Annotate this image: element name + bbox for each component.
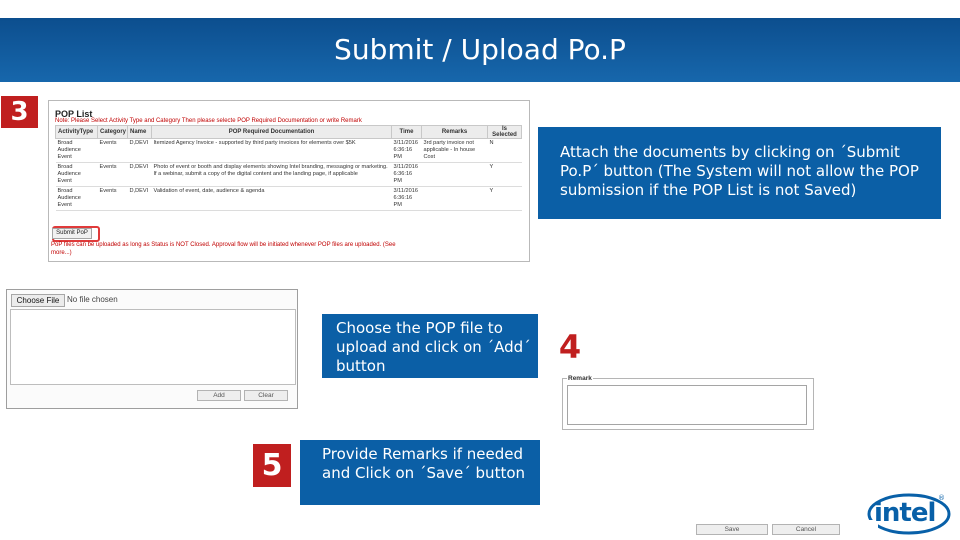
column-header[interactable]: ActivityType	[55, 125, 98, 139]
cell-category: Events	[97, 186, 128, 211]
pop-list-note: Note: Please Select Activity Type and Ca…	[55, 118, 362, 124]
cell-doc: Validation of event, date, audience & ag…	[151, 186, 392, 211]
cell-name: D,DEVI	[127, 162, 152, 187]
step-5-badge: 5	[252, 443, 292, 488]
intel-registered-mark: ®	[938, 494, 945, 502]
cell-selected[interactable]: N	[487, 138, 522, 163]
cell-selected[interactable]: Y	[487, 186, 522, 211]
cell-activity-type: Broad Audience Event	[55, 186, 98, 211]
cell-name: D,DEVI	[127, 138, 152, 163]
intel-logo-text: intel	[874, 498, 936, 528]
cell-category: Events	[97, 138, 128, 163]
pop-list-footer-note: PoP files can be uploaded as long as Sta…	[51, 242, 396, 256]
cell-activity-type: Broad Audience Event	[55, 138, 98, 163]
save-button[interactable]: Save	[696, 524, 768, 535]
cell-time: 3/11/2016 6:36:16 PM	[391, 186, 422, 211]
cancel-button[interactable]: Cancel	[772, 524, 840, 535]
column-header[interactable]: Is Selected	[487, 125, 522, 139]
pop-list-table: ActivityType Category Name POP Required …	[55, 125, 522, 211]
column-header[interactable]: Name	[127, 125, 152, 139]
cell-remarks[interactable]: 3rd party invoice not applicable - In ho…	[421, 138, 488, 163]
callout-choose-file: Choose the POP file to upload and click …	[322, 314, 538, 378]
cell-selected[interactable]: Y	[487, 162, 522, 187]
cell-activity-type: Broad Audience Event	[55, 162, 98, 187]
slide-title: Submit / Upload Po.P	[0, 18, 960, 82]
cell-name: D,DEVI	[127, 186, 152, 211]
cell-time: 3/11/2016 6:36:16 PM	[391, 138, 422, 163]
table-row[interactable]: Broad Audience Event Events D,DEVI Valid…	[55, 186, 522, 211]
cell-remarks[interactable]	[421, 186, 488, 211]
column-header[interactable]: Remarks	[421, 125, 488, 139]
no-file-chosen-text: No file chosen	[67, 295, 118, 304]
clear-button[interactable]: Clear	[244, 390, 288, 401]
step-3-badge: 3	[0, 95, 39, 129]
cell-doc: Photo of event or booth and display elem…	[151, 162, 392, 187]
cell-category: Events	[97, 162, 128, 187]
remark-label: Remark	[567, 375, 593, 382]
column-header[interactable]: Time	[391, 125, 422, 139]
table-row[interactable]: Broad Audience Event Events D,DEVI Photo…	[55, 162, 522, 187]
column-header[interactable]: Category	[97, 125, 128, 139]
remark-panel: Remark	[562, 375, 814, 430]
pop-list-panel: POP List Note: Please Select Activity Ty…	[48, 100, 530, 262]
pop-list-header-row: ActivityType Category Name POP Required …	[55, 125, 522, 139]
remark-textarea[interactable]	[567, 385, 807, 425]
column-header[interactable]: POP Required Documentation	[151, 125, 392, 139]
add-button[interactable]: Add	[197, 390, 241, 401]
choose-file-button[interactable]: Choose File	[11, 294, 65, 307]
intel-logo: intel ®	[866, 490, 952, 536]
upload-panel: Choose File No file chosen Add Clear	[6, 289, 298, 409]
cell-doc: Itemized Agency Invoice - supported by t…	[151, 138, 392, 163]
step-4-badge: 4	[552, 325, 588, 369]
callout-remarks-save: Provide Remarks if needed and Click on ´…	[300, 440, 540, 505]
submit-pop-button[interactable]: Submit PoP	[52, 228, 92, 239]
callout-attach-documents: Attach the documents by clicking on ´Sub…	[538, 127, 941, 219]
cell-remarks[interactable]	[421, 162, 488, 187]
table-row[interactable]: Broad Audience Event Events D,DEVI Itemi…	[55, 138, 522, 163]
selected-files-list[interactable]	[10, 309, 296, 385]
cell-time: 3/11/2016 6:36:16 PM	[391, 162, 422, 187]
